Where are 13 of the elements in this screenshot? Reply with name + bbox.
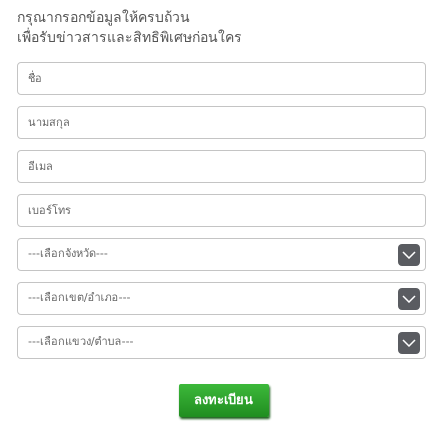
select-field[interactable]: ---เลือกจังหวัด--- [17, 238, 426, 271]
text-field[interactable]: นามสกุล [17, 106, 426, 139]
register-button[interactable]: ลงทะเบียน [178, 384, 268, 417]
chevron-down-icon [398, 244, 420, 266]
select-field[interactable]: ---เลือกเขต/อำเภอ--- [17, 282, 426, 315]
text-field[interactable]: ชื่อ [17, 62, 426, 95]
heading-text: กรุณากรอกข้อมูลให้ครบถ้วน [17, 8, 190, 28]
chevron-down-icon [398, 288, 420, 310]
heading-text: เพื่อรับข่าวสารและสิทธิพิเศษก่อนใคร [17, 28, 242, 48]
text-field[interactable]: อีเมล [17, 150, 426, 183]
select-field[interactable]: ---เลือกแขวง/ตำบล--- [17, 326, 426, 359]
chevron-down-icon [398, 332, 420, 354]
text-field[interactable]: เบอร์โทร [17, 194, 426, 227]
